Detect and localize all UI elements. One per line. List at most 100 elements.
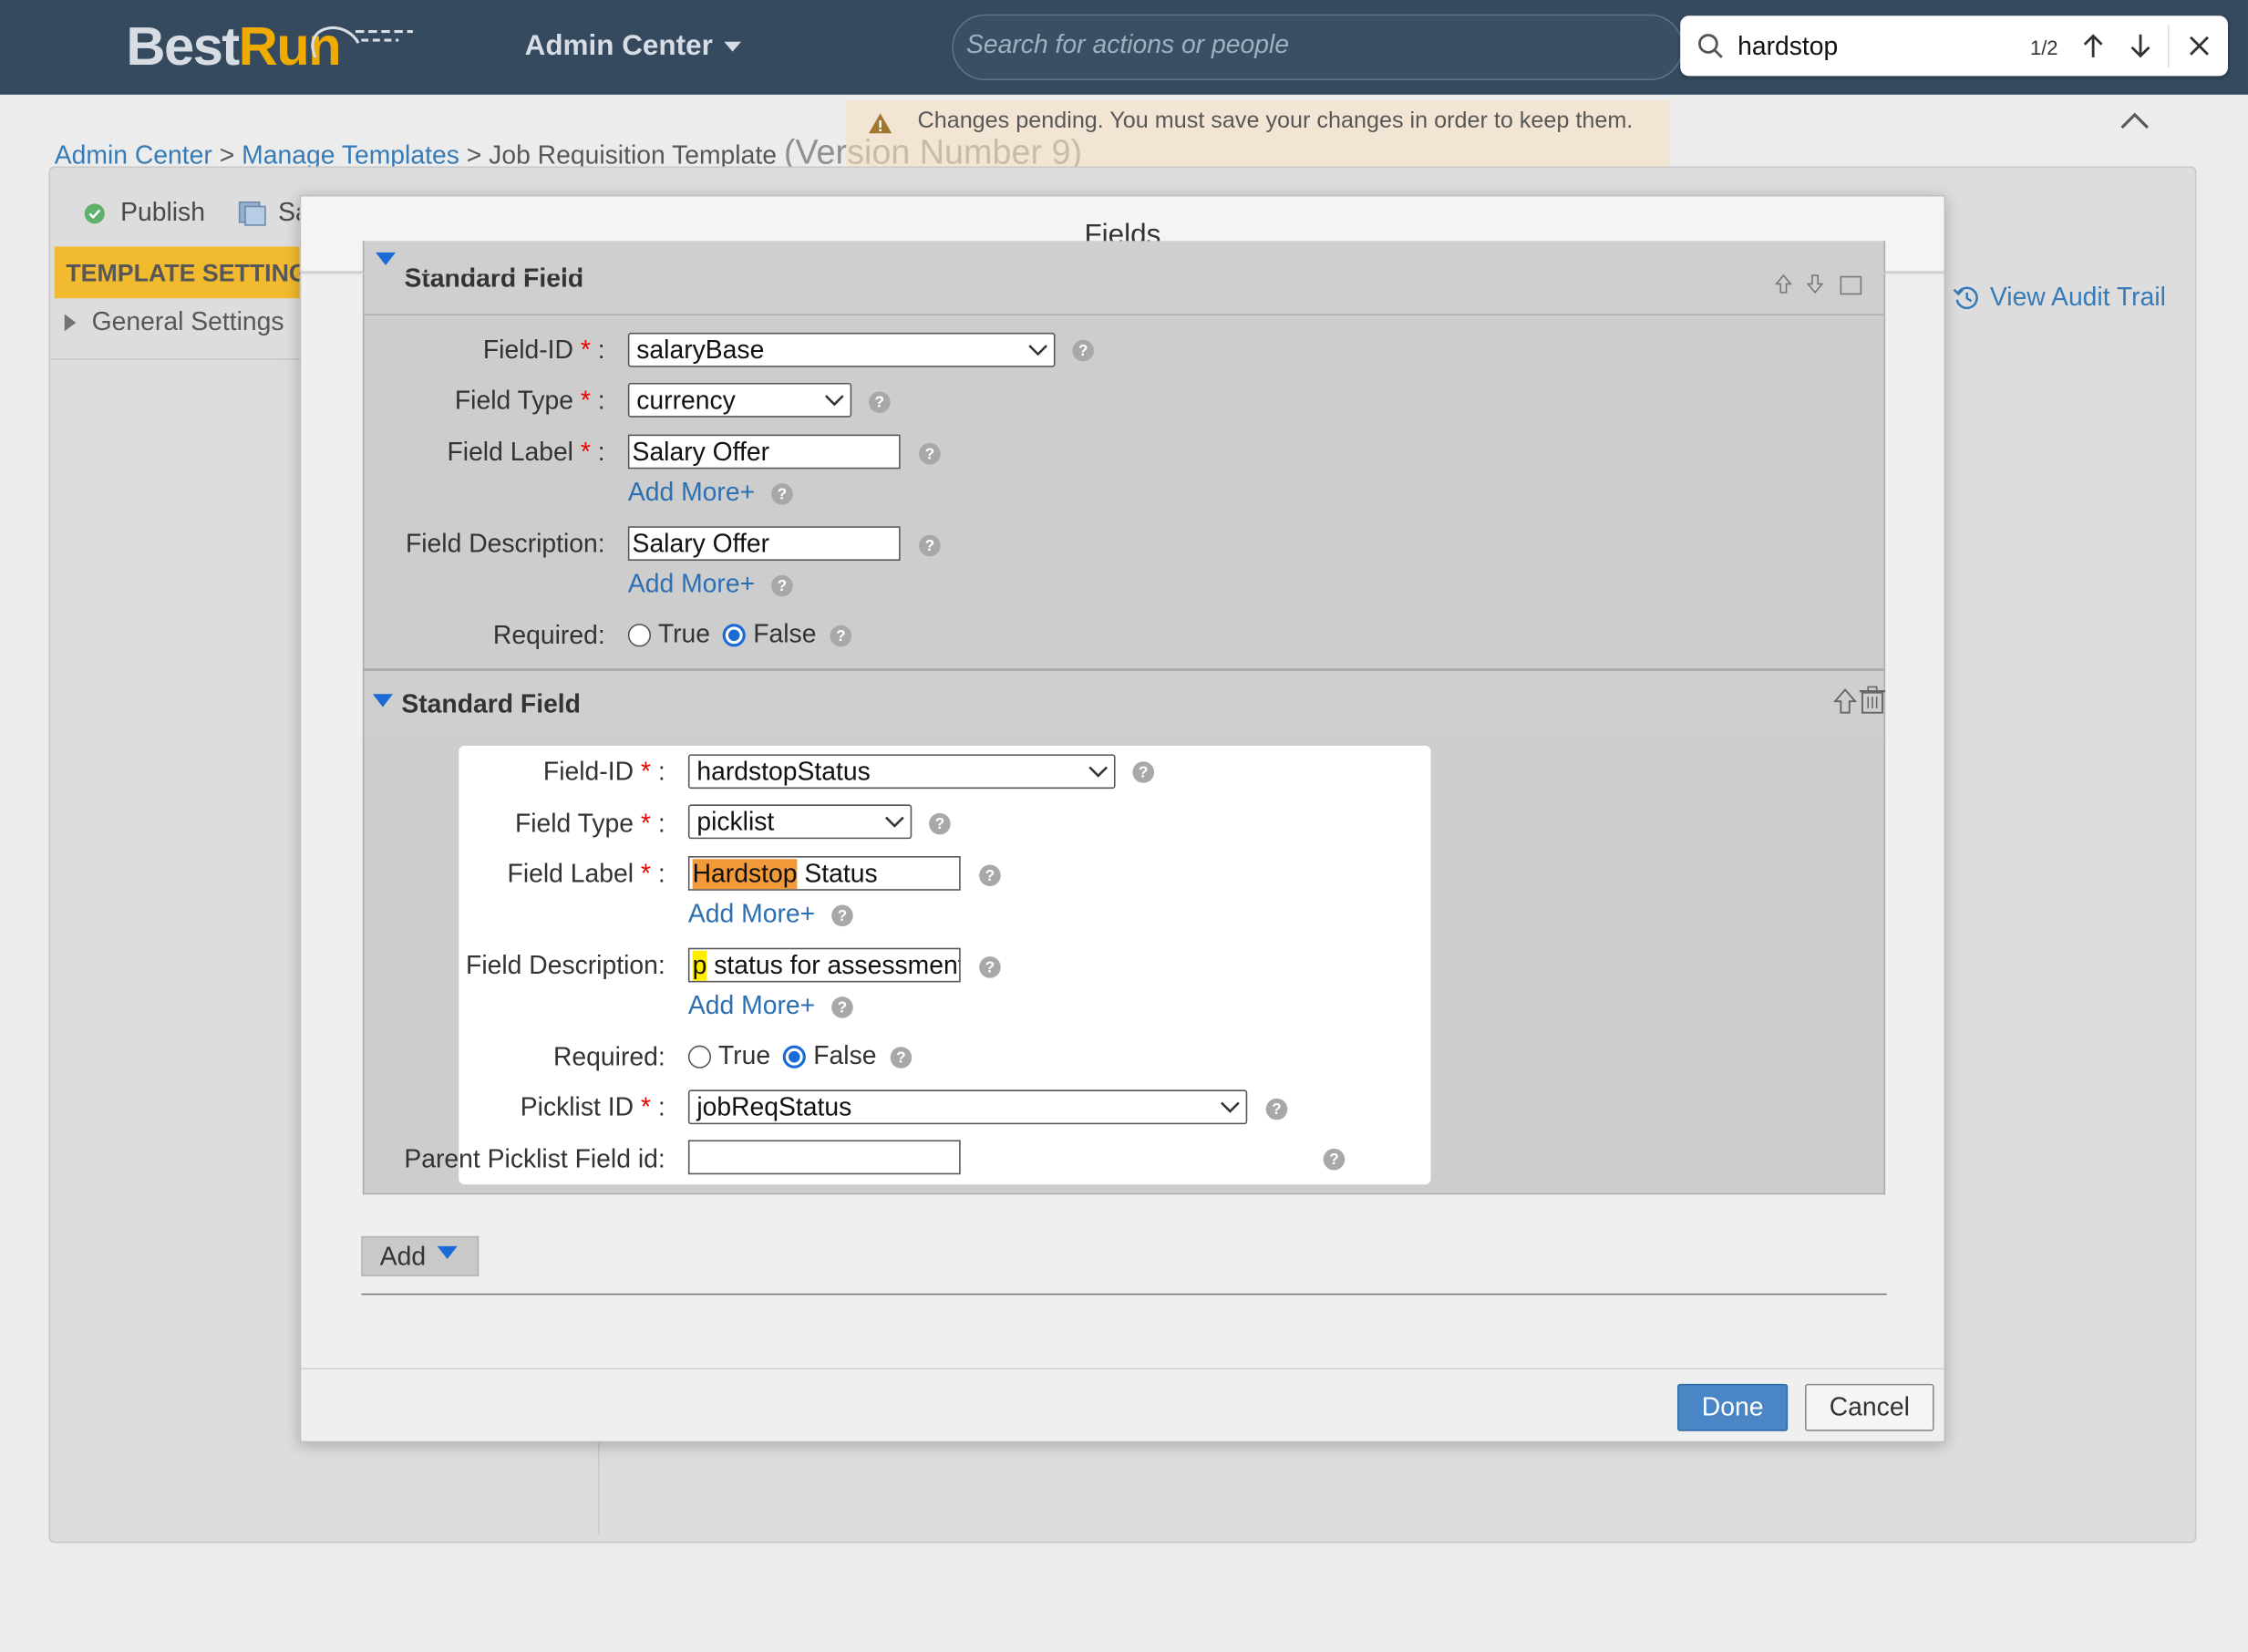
help-icon[interactable]: ? xyxy=(771,574,793,597)
picklist-id-value: jobReqStatus xyxy=(696,1091,852,1121)
required-label: Required: xyxy=(552,1042,665,1071)
expand-triangle-icon xyxy=(372,693,393,707)
help-icon[interactable]: ? xyxy=(831,904,853,927)
section-body-standard-field-1 xyxy=(362,315,1886,670)
required-true-radio[interactable] xyxy=(687,1044,712,1069)
admin-center-menu[interactable]: Admin Center xyxy=(525,30,742,63)
done-button[interactable]: Done xyxy=(1677,1383,1789,1431)
add-more-label-link[interactable]: Add More+ xyxy=(688,899,815,929)
find-previous-button[interactable] xyxy=(2076,28,2110,63)
caret-down-icon xyxy=(724,40,742,51)
section-actions-icon[interactable] xyxy=(1775,273,1870,295)
section-title: Standard Field xyxy=(404,263,584,293)
title-divider xyxy=(301,272,1944,274)
required-true-radio[interactable] xyxy=(627,623,652,646)
close-icon xyxy=(2190,36,2209,56)
help-icon[interactable]: ? xyxy=(919,443,941,465)
field-type-select[interactable]: currency xyxy=(627,382,852,418)
search-icon xyxy=(1698,34,1723,58)
required-radio-group: True False xyxy=(627,619,817,649)
add-divider xyxy=(361,1293,1887,1296)
field-description-label: Field Description: xyxy=(405,529,605,558)
false-label: False xyxy=(813,1040,877,1070)
add-more-description-link[interactable]: Add More+ xyxy=(688,991,815,1021)
find-match-count: 1/2 xyxy=(2029,36,2058,59)
field-id-select[interactable]: hardstopStatus xyxy=(687,754,1116,790)
field-id-value: hardstopStatus xyxy=(696,756,871,786)
find-match-current: Hardstop xyxy=(692,858,798,889)
field-type-label: Field Type * : xyxy=(514,809,665,838)
help-icon[interactable]: ? xyxy=(1265,1098,1288,1120)
help-icon[interactable]: ? xyxy=(890,1047,913,1069)
field-label-label: Field Label * : xyxy=(447,437,605,467)
field-label-label: Field Label * : xyxy=(507,859,665,888)
browser-find-bar: 1/2 xyxy=(1680,15,2228,77)
expand-triangle-icon xyxy=(376,252,397,265)
section-title: Standard Field xyxy=(401,688,581,718)
dialog-footer-divider xyxy=(301,1368,1944,1370)
help-icon[interactable]: ? xyxy=(869,391,891,413)
help-icon[interactable]: ? xyxy=(1072,339,1094,362)
chevron-down-icon xyxy=(1028,345,1047,356)
field-label-input[interactable]: Salary Offer xyxy=(627,434,901,470)
logo-swoosh-icon xyxy=(311,26,413,58)
arrow-up-icon xyxy=(2083,34,2103,57)
find-divider xyxy=(2167,24,2170,67)
required-false-radio[interactable] xyxy=(783,1044,807,1069)
picklist-id-label: Picklist ID * : xyxy=(520,1092,665,1122)
help-icon[interactable]: ? xyxy=(979,956,1001,978)
find-match-other: p xyxy=(692,950,707,981)
field-id-label: Field-ID * : xyxy=(542,757,665,786)
field-id-value: salaryBase xyxy=(636,335,765,364)
false-label: False xyxy=(753,619,817,648)
field-description-rest: status for assessment xyxy=(706,950,961,979)
field-type-select[interactable]: picklist xyxy=(687,804,913,840)
field-type-label: Field Type * : xyxy=(454,386,605,415)
field-type-value: picklist xyxy=(696,806,775,836)
add-label: Add xyxy=(379,1241,427,1270)
required-false-radio[interactable] xyxy=(723,623,747,646)
chevron-down-icon xyxy=(1088,766,1109,778)
section-header-standard-field-1[interactable]: Standard Field xyxy=(362,241,1886,316)
field-description-input[interactable]: Salary Offer xyxy=(627,526,901,562)
help-icon[interactable]: ? xyxy=(830,625,852,647)
help-icon[interactable]: ? xyxy=(929,812,951,835)
required-label: Required: xyxy=(492,621,605,650)
caret-down-icon xyxy=(437,1245,458,1259)
find-close-button[interactable] xyxy=(2182,28,2217,63)
true-label: True xyxy=(657,619,711,648)
help-icon[interactable]: ? xyxy=(1323,1148,1346,1171)
picklist-id-select[interactable]: jobReqStatus xyxy=(687,1089,1248,1125)
add-more-description-link[interactable]: Add More+ xyxy=(628,569,755,599)
add-more-label-link[interactable]: Add More+ xyxy=(628,478,755,508)
cancel-button[interactable]: Cancel xyxy=(1805,1383,1934,1431)
move-up-icon[interactable] xyxy=(1832,688,1858,714)
find-next-button[interactable] xyxy=(2123,28,2158,63)
field-id-label: Field-ID * : xyxy=(482,336,605,365)
section-header-standard-field-2[interactable]: Standard Field xyxy=(362,669,1886,739)
add-field-button[interactable]: Add xyxy=(361,1235,480,1276)
true-label: True xyxy=(717,1040,771,1070)
find-input[interactable] xyxy=(1738,26,2010,65)
parent-picklist-label: Parent Picklist Field id: xyxy=(404,1144,665,1173)
admin-center-label: Admin Center xyxy=(524,30,713,62)
field-id-select[interactable]: salaryBase xyxy=(627,332,1056,367)
help-icon[interactable]: ? xyxy=(1132,761,1155,783)
chevron-down-icon xyxy=(885,816,904,828)
field-type-value: currency xyxy=(636,385,736,414)
chevron-down-icon xyxy=(824,395,844,407)
field-description-input[interactable]: p status for assessment xyxy=(687,947,961,983)
help-icon[interactable]: ? xyxy=(979,864,1001,887)
required-radio-group: True False xyxy=(687,1040,877,1071)
field-label-rest: Status xyxy=(797,858,878,887)
help-icon[interactable]: ? xyxy=(831,996,853,1018)
help-icon[interactable]: ? xyxy=(919,534,941,557)
search-placeholder: Search for actions or people xyxy=(965,30,1290,59)
field-description-label: Field Description: xyxy=(466,950,665,980)
trash-icon[interactable] xyxy=(1858,686,1886,714)
fields-dialog: Fields Standard Field Field-ID * : salar… xyxy=(299,194,1946,1443)
logo-text-best: Best xyxy=(126,16,240,77)
field-label-input[interactable]: Hardstop Status xyxy=(687,856,961,891)
help-icon[interactable]: ? xyxy=(771,483,793,505)
parent-picklist-input[interactable] xyxy=(687,1140,961,1175)
